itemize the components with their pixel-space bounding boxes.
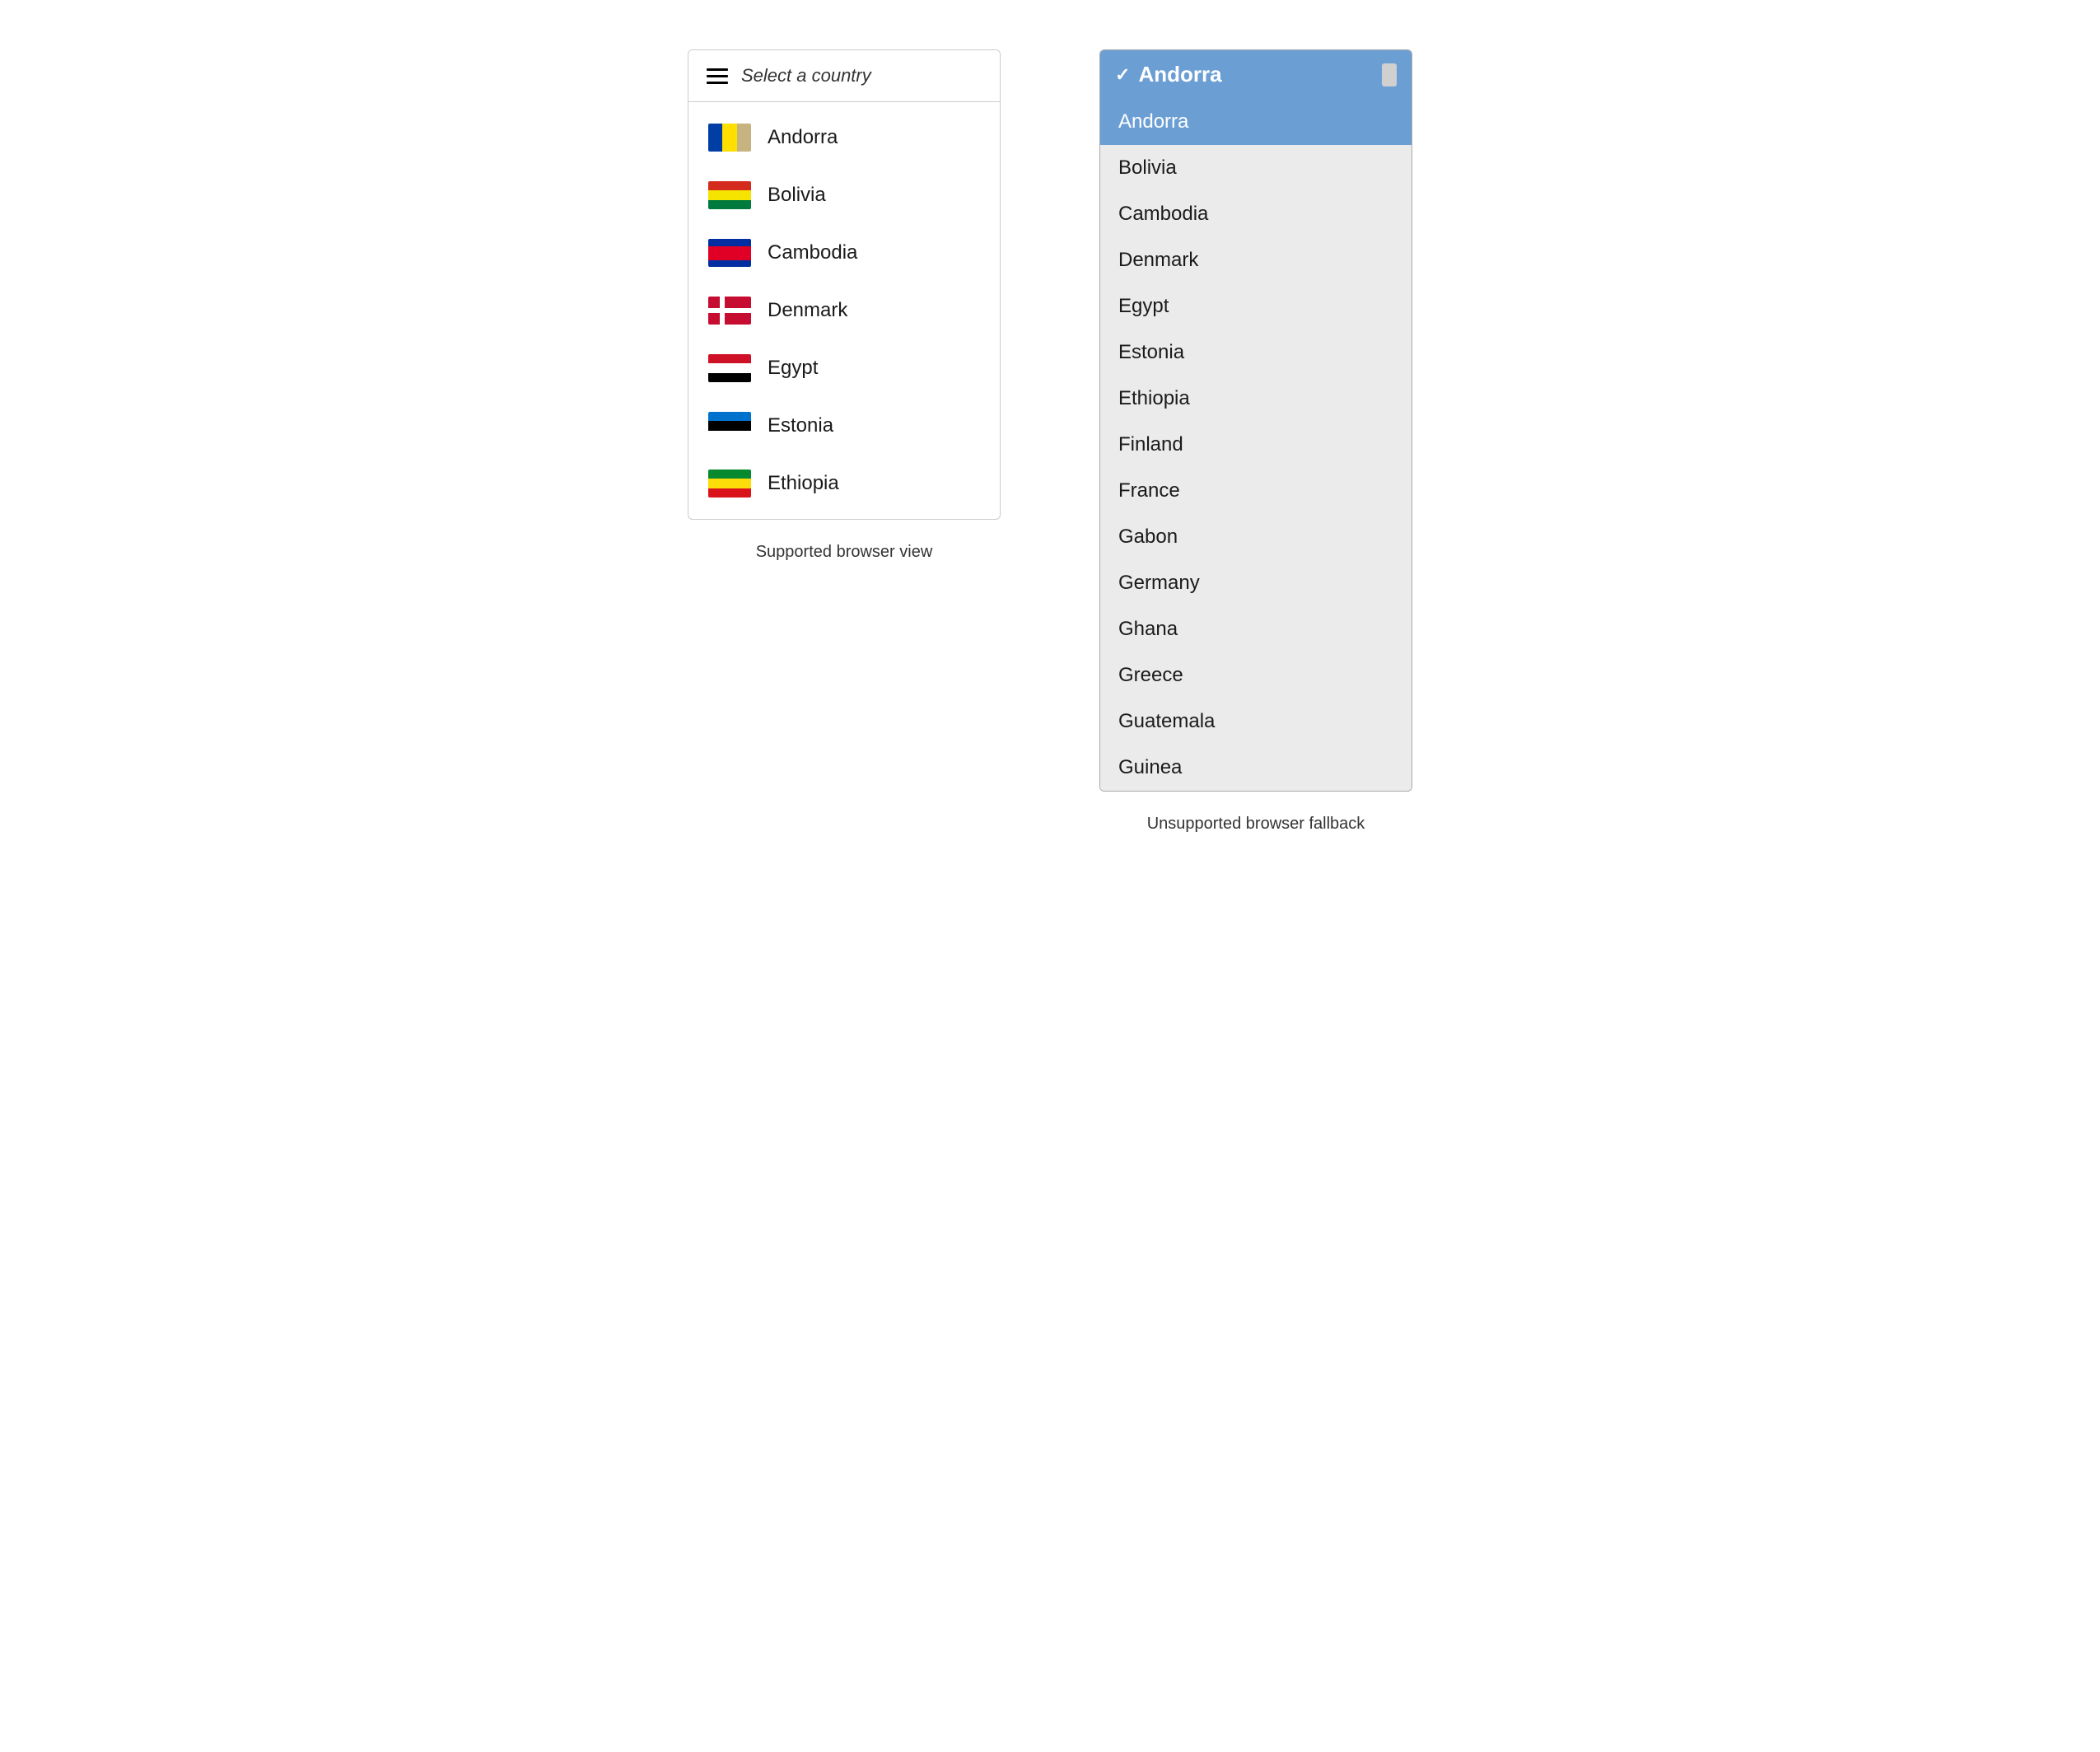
right-panel: ✓ Andorra Andorra Bolivia Cambodia Denma…	[1099, 49, 1412, 834]
native-option[interactable]: Guatemala	[1100, 698, 1412, 745]
hamburger-icon	[707, 68, 728, 84]
native-option[interactable]: Cambodia	[1100, 191, 1412, 237]
list-item[interactable]: Cambodia	[688, 224, 1000, 282]
list-item[interactable]: Bolivia	[688, 166, 1000, 224]
list-item[interactable]: Denmark	[688, 282, 1000, 339]
custom-select-header[interactable]: Select a country	[688, 50, 1000, 102]
country-name: Estonia	[768, 414, 833, 437]
page-wrapper: Select a country Andorra	[688, 49, 1412, 834]
custom-dropdown: Andorra Bolivia	[688, 102, 1000, 519]
checkmark-icon: ✓	[1115, 64, 1130, 86]
custom-dropdown-list[interactable]: Andorra Bolivia	[688, 102, 1000, 519]
native-option[interactable]: Greece	[1100, 652, 1412, 698]
flag-denmark	[708, 297, 751, 325]
flag-ethiopia	[708, 470, 751, 498]
native-option[interactable]: Gabon	[1100, 514, 1412, 560]
list-item[interactable]: Ethiopia	[688, 455, 1000, 512]
country-name: Ethiopia	[768, 472, 839, 495]
native-option[interactable]: France	[1100, 468, 1412, 514]
native-select[interactable]: ✓ Andorra Andorra Bolivia Cambodia Denma…	[1099, 49, 1412, 792]
native-option[interactable]: Denmark	[1100, 237, 1412, 283]
native-option[interactable]: Estonia	[1100, 329, 1412, 376]
list-item[interactable]: Estonia	[688, 397, 1000, 455]
native-option[interactable]: Germany	[1100, 560, 1412, 606]
country-name: Bolivia	[768, 184, 826, 207]
right-panel-label: Unsupported browser fallback	[1147, 815, 1365, 834]
native-select-list[interactable]: Andorra Bolivia Cambodia Denmark Egypt E…	[1100, 99, 1412, 791]
native-option[interactable]: Guinea	[1100, 745, 1412, 791]
native-option[interactable]: Ghana	[1100, 606, 1412, 652]
native-option[interactable]: Andorra	[1100, 99, 1412, 145]
flag-cambodia	[708, 239, 751, 267]
selected-country-name: Andorra	[1138, 62, 1221, 87]
country-name: Cambodia	[768, 241, 857, 264]
left-panel: Select a country Andorra	[688, 49, 1001, 562]
selected-with-check: ✓ Andorra	[1115, 62, 1222, 87]
list-item[interactable]: Andorra	[688, 109, 1000, 166]
flag-andorra	[708, 124, 751, 152]
custom-select[interactable]: Select a country Andorra	[688, 49, 1001, 520]
native-option[interactable]: Bolivia	[1100, 145, 1412, 191]
flag-egypt	[708, 354, 751, 382]
left-panel-label: Supported browser view	[756, 543, 933, 562]
native-select-header[interactable]: ✓ Andorra	[1100, 50, 1412, 99]
scroll-indicator	[1382, 63, 1397, 86]
country-name: Egypt	[768, 357, 818, 380]
select-placeholder: Select a country	[741, 65, 871, 86]
country-name: Andorra	[768, 126, 838, 149]
country-name: Denmark	[768, 299, 847, 322]
native-option[interactable]: Ethiopia	[1100, 376, 1412, 422]
native-option[interactable]: Finland	[1100, 422, 1412, 468]
list-item[interactable]: Egypt	[688, 339, 1000, 397]
flag-bolivia	[708, 181, 751, 209]
flag-estonia	[708, 412, 751, 440]
native-option[interactable]: Egypt	[1100, 283, 1412, 329]
